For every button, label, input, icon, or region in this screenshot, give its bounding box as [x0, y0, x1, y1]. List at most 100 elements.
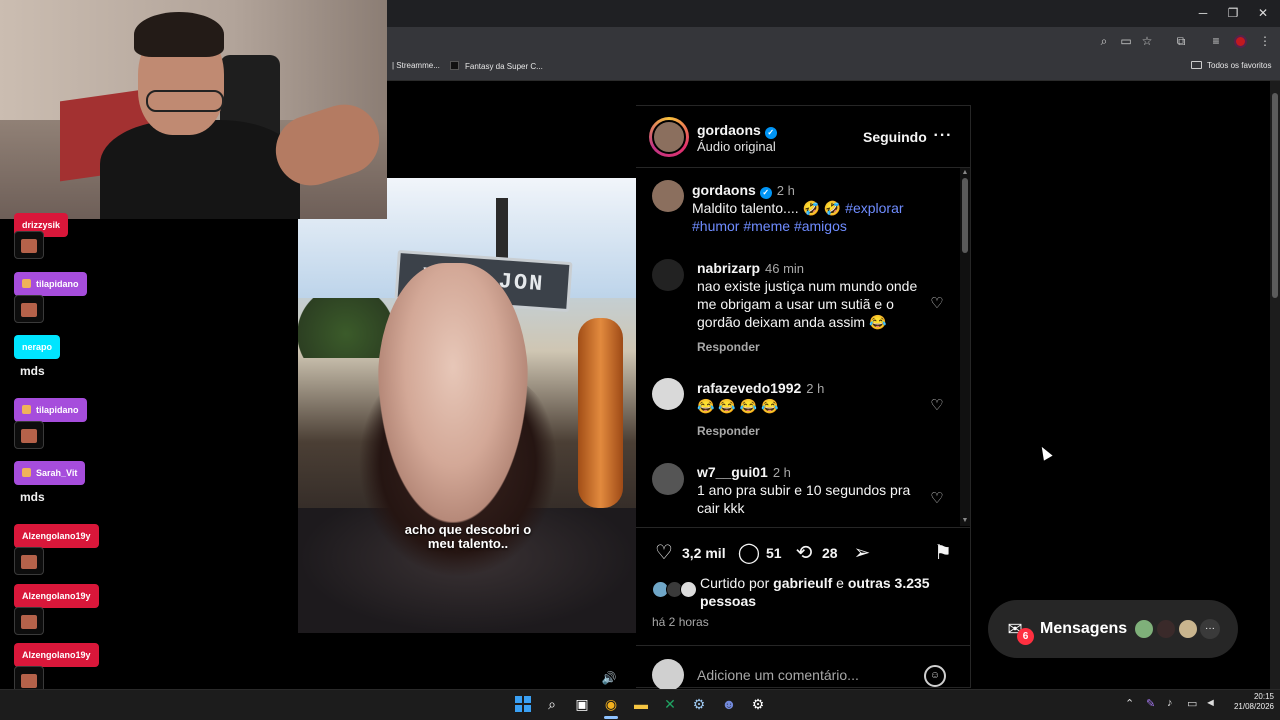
comment-avatar[interactable]: [652, 259, 684, 291]
heart-icon[interactable]: ♡: [652, 541, 676, 565]
star-icon[interactable]: ☆: [1139, 33, 1155, 49]
comment-text: 1 ano pra subir e 10 segundos pra cair k…: [697, 482, 911, 516]
speaker-icon[interactable]: ◄: [1205, 697, 1216, 709]
hashtag-meme[interactable]: #meme: [743, 218, 790, 234]
current-user-avatar: [652, 659, 684, 691]
like-comment-icon[interactable]: ♡: [929, 296, 945, 312]
chat-user-tag: Sarah_Vit: [14, 461, 86, 485]
zoom-icon[interactable]: ⌕: [1096, 33, 1112, 49]
screen: ─ ❐ ✕ ⌕ ▭ ☆ ⧉ ≡ ⋮ | Streamme... Fantasy …: [0, 0, 1280, 720]
comment-input[interactable]: Adicione um comentário...: [697, 667, 859, 683]
comment-avatar[interactable]: [652, 378, 684, 410]
chat-user-tag: Alzengolano19y: [14, 584, 99, 608]
volume-icon[interactable]: 🔊: [601, 670, 617, 686]
all-favorites-folder[interactable]: Todos os favoritos: [1191, 61, 1271, 70]
comment-text: nao existe justiça num mundo onde me obr…: [697, 278, 918, 330]
steam-icon[interactable]: ⚙: [690, 695, 708, 713]
caption-author[interactable]: gordaons ✓ 2 h: [692, 182, 795, 199]
close-window-icon[interactable]: ✕: [1248, 4, 1278, 22]
clock[interactable]: 20:15 21/08/2026: [1222, 692, 1274, 712]
divider: [636, 527, 971, 528]
media-icon[interactable]: ≡: [1208, 33, 1224, 49]
chat-emote: [14, 607, 44, 635]
microphone-icon[interactable]: ♪: [1167, 697, 1173, 709]
minimize-icon[interactable]: ─: [1188, 4, 1218, 22]
app-icon[interactable]: ⚙: [749, 695, 767, 713]
comment-avatar[interactable]: [652, 463, 684, 495]
repost-icon[interactable]: ⟲: [792, 541, 816, 565]
menu-icon[interactable]: ⋮: [1257, 33, 1273, 49]
comment-user[interactable]: w7__gui01 2 h: [697, 464, 791, 480]
verified-icon: ✓: [759, 187, 772, 199]
comments-scrollbar-thumb[interactable]: [962, 178, 968, 253]
likes-count[interactable]: 3,2 mil: [682, 545, 726, 561]
video-barrel: [578, 318, 623, 508]
liked-by-text[interactable]: Curtido por gabrieulf e outras 3.235 pes…: [700, 574, 950, 610]
author-name[interactable]: gordaons ✓: [697, 122, 777, 139]
author-avatar[interactable]: [649, 117, 689, 157]
excel-icon[interactable]: ✕: [661, 695, 679, 713]
chat-emote: [14, 421, 44, 449]
reply-button[interactable]: Responder: [697, 340, 760, 354]
scroll-down-icon[interactable]: ▼: [961, 517, 969, 525]
page-scrollbar[interactable]: [1270, 81, 1280, 689]
like-comment-icon[interactable]: ♡: [929, 491, 945, 507]
profile-avatar[interactable]: [1234, 35, 1247, 48]
chat-user-tag: tilapidano: [14, 272, 87, 296]
share-icon[interactable]: ➢: [850, 541, 874, 565]
webcam-overlay: [0, 0, 387, 219]
network-icon[interactable]: ▭: [1187, 697, 1197, 710]
messages-avatar: [1155, 618, 1177, 640]
emoji-icon[interactable]: ☺: [924, 665, 946, 687]
comment-icon[interactable]: ◯: [737, 541, 761, 565]
scroll-up-icon[interactable]: ▲: [961, 169, 969, 177]
clock-time: 20:15: [1253, 692, 1274, 701]
hashtag-explorar[interactable]: #explorar: [845, 200, 903, 216]
comment-time: 46 min: [765, 261, 805, 276]
comment-user[interactable]: nabrizarp 46 min: [697, 260, 804, 276]
chat-emote: [14, 547, 44, 575]
chat-message: mds: [20, 490, 45, 504]
task-view-icon[interactable]: ▣: [573, 695, 591, 713]
like-comment-icon[interactable]: ♡: [929, 398, 945, 414]
audio-label[interactable]: Áudio original: [697, 139, 776, 154]
more-icon: ···: [1200, 619, 1220, 639]
more-options-icon[interactable]: ···: [933, 126, 953, 146]
bookmark-fantasy[interactable]: Fantasy da Super C...: [450, 61, 543, 71]
hashtag-humor[interactable]: #humor: [692, 218, 739, 234]
messages-label: Mensagens: [1040, 620, 1128, 637]
maximize-icon[interactable]: ❐: [1218, 4, 1248, 22]
reposts-count[interactable]: 28: [822, 545, 838, 561]
caption-time: 2 h: [776, 183, 795, 198]
folder-icon[interactable]: ▬: [632, 695, 650, 713]
windows-icon[interactable]: [515, 696, 531, 712]
bookmark-favicon-icon: [450, 61, 459, 70]
extensions-icon[interactable]: ⧉: [1173, 33, 1189, 49]
clock-date: 21/08/2026: [1233, 702, 1274, 711]
chrome-icon[interactable]: ◉: [602, 695, 620, 713]
page-scrollbar-thumb[interactable]: [1272, 93, 1278, 298]
tray-overflow-icon[interactable]: ⌃: [1125, 697, 1134, 710]
discord-icon[interactable]: ☻: [720, 695, 738, 713]
chat-user-tag: nerapo: [14, 335, 61, 359]
comments-scrollbar[interactable]: ▲ ▼: [960, 168, 970, 526]
cast-icon[interactable]: ▭: [1118, 33, 1134, 49]
posted-time[interactable]: há 2 horas: [652, 615, 709, 629]
hashtag-amigos[interactable]: #amigos: [794, 218, 847, 234]
active-app-indicator: [604, 716, 618, 719]
search-icon[interactable]: ⌕: [543, 695, 561, 713]
reel-video[interactable]: VILA JON acho que descobri o meu talento…: [298, 178, 636, 633]
stream-chat: drizzysik tilapidano nerapo mds tilapida…: [0, 213, 298, 694]
caption-avatar[interactable]: [652, 180, 684, 212]
comments-count[interactable]: 51: [766, 545, 782, 561]
following-button[interactable]: Seguindo: [863, 129, 927, 145]
liked-by-avatars[interactable]: [652, 581, 698, 599]
bookmark-streamme[interactable]: | Streamme...: [392, 61, 440, 70]
reply-button[interactable]: Responder: [697, 424, 760, 438]
comment-time: 2 h: [806, 381, 825, 396]
comment-time: 2 h: [772, 465, 791, 480]
tray-app-icon[interactable]: ✎: [1146, 697, 1155, 710]
bookmark-icon[interactable]: ⚑: [931, 541, 955, 565]
verified-icon: ✓: [764, 127, 777, 139]
comment-user[interactable]: rafazevedo1992 2 h: [697, 380, 824, 396]
